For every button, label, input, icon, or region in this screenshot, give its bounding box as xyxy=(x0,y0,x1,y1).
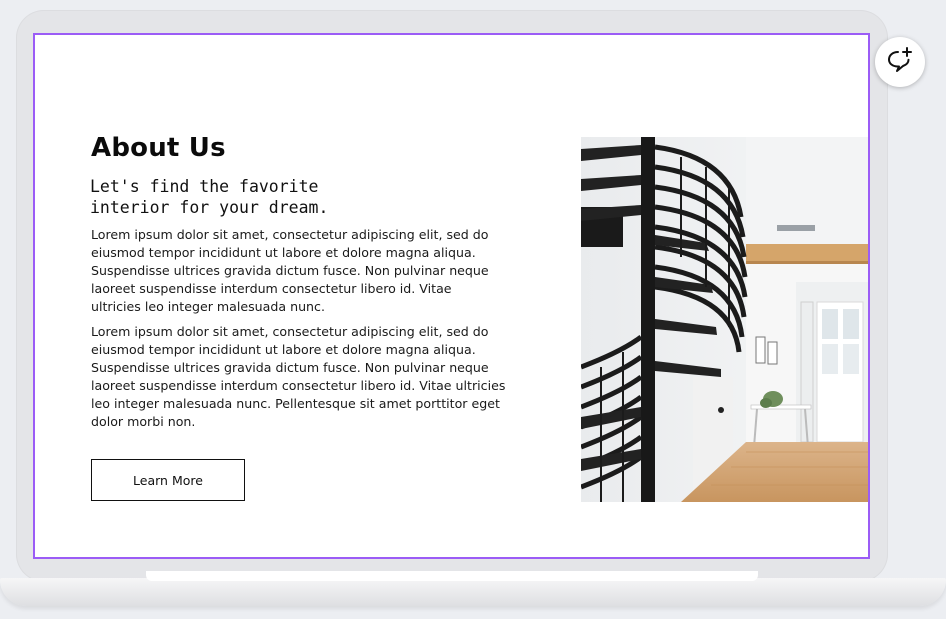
learn-more-button[interactable]: Learn More xyxy=(91,459,245,501)
page-title: About Us xyxy=(91,133,226,163)
laptop-notch xyxy=(146,571,758,581)
subtitle-line-2: interior for your dream. xyxy=(90,198,329,217)
device-screen[interactable]: About Us Let's find the favorite interio… xyxy=(33,33,870,559)
body-paragraph-1: Lorem ipsum dolor sit amet, consectetur … xyxy=(91,227,489,314)
subtitle-line-1: Let's find the favorite xyxy=(90,177,319,196)
laptop-base xyxy=(0,578,946,606)
add-comment-button[interactable] xyxy=(875,37,925,87)
subtitle: Let's find the favorite interior for you… xyxy=(90,176,390,218)
add-comment-icon xyxy=(886,46,914,78)
body-paragraph-2: Lorem ipsum dolor sit amet, consectetur … xyxy=(91,324,506,429)
spiral-staircase-photo xyxy=(581,137,868,502)
about-section: About Us Let's find the favorite interio… xyxy=(35,35,868,557)
